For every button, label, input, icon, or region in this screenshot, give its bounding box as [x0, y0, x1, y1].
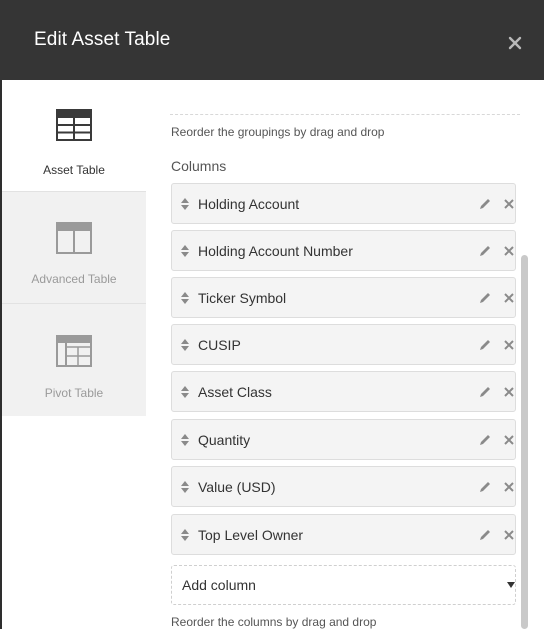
- remove-icon[interactable]: [504, 435, 514, 445]
- column-name: Top Level Owner: [198, 527, 304, 543]
- dialog-header: Edit Asset Table: [0, 0, 544, 80]
- column-row-holding-account-number[interactable]: Holding Account Number: [171, 230, 516, 271]
- add-column-label: Add column: [182, 577, 256, 593]
- drag-handle-icon[interactable]: [181, 481, 189, 493]
- drag-handle-icon[interactable]: [181, 245, 189, 257]
- dialog-right-edge: [530, 80, 532, 629]
- pencil-icon[interactable]: [478, 433, 492, 447]
- advanced-table-icon: [56, 222, 92, 254]
- pencil-icon[interactable]: [478, 197, 492, 211]
- remove-icon[interactable]: [504, 387, 514, 397]
- sidebar-item-label: Pivot Table: [44, 386, 104, 400]
- columns-editor: Reorder the groupings by drag and drop C…: [170, 80, 520, 629]
- pencil-icon[interactable]: [478, 528, 492, 542]
- close-icon[interactable]: [508, 36, 522, 50]
- remove-icon[interactable]: [504, 530, 514, 540]
- column-name: Holding Account: [198, 196, 300, 212]
- remove-icon[interactable]: [504, 199, 514, 209]
- remove-icon[interactable]: [504, 293, 514, 303]
- column-name: Quantity: [198, 432, 251, 448]
- reorder-groupings-hint: Reorder the groupings by drag and drop: [171, 125, 385, 139]
- column-name: CUSIP: [198, 337, 241, 353]
- groupings-dropzone: [170, 102, 520, 115]
- sidebar-item-asset-table[interactable]: Asset Table: [2, 80, 146, 191]
- table-type-sidebar: Asset Table Advanced Table Pivot Table: [2, 80, 146, 416]
- sidebar-item-label: Asset Table: [43, 163, 105, 177]
- scrollbar-thumb[interactable]: [521, 255, 528, 629]
- remove-icon[interactable]: [504, 340, 514, 350]
- sidebar-item-label: Advanced Table: [31, 272, 117, 286]
- asset-table-icon: [56, 109, 92, 141]
- column-name: Holding Account Number: [198, 243, 353, 259]
- column-row-value-usd[interactable]: Value (USD): [171, 466, 516, 507]
- pencil-icon[interactable]: [478, 244, 492, 258]
- column-name: Ticker Symbol: [198, 290, 287, 306]
- column-row-quantity[interactable]: Quantity: [171, 419, 516, 460]
- remove-icon[interactable]: [504, 482, 514, 492]
- drag-handle-icon[interactable]: [181, 386, 189, 398]
- sidebar-item-pivot-table[interactable]: Pivot Table: [2, 304, 146, 415]
- remove-icon[interactable]: [504, 246, 514, 256]
- pivot-table-icon: [56, 335, 92, 367]
- reorder-columns-hint: Reorder the columns by drag and drop: [171, 615, 377, 629]
- column-name: Value (USD): [198, 479, 276, 495]
- sidebar-item-advanced-table[interactable]: Advanced Table: [2, 192, 146, 303]
- columns-heading: Columns: [171, 158, 227, 174]
- drag-handle-icon[interactable]: [181, 434, 189, 446]
- drag-handle-icon[interactable]: [181, 339, 189, 351]
- dialog-title: Edit Asset Table: [34, 29, 171, 50]
- pencil-icon[interactable]: [478, 338, 492, 352]
- column-row-ticker-symbol[interactable]: Ticker Symbol: [171, 277, 516, 318]
- column-name: Asset Class: [198, 384, 272, 400]
- drag-handle-icon[interactable]: [181, 529, 189, 541]
- pencil-icon[interactable]: [478, 480, 492, 494]
- pencil-icon[interactable]: [478, 291, 492, 305]
- column-row-holding-account[interactable]: Holding Account: [171, 183, 516, 224]
- add-column-dropdown[interactable]: Add column: [171, 565, 516, 605]
- drag-handle-icon[interactable]: [181, 198, 189, 210]
- caret-down-icon: [507, 582, 515, 588]
- column-row-cusip[interactable]: CUSIP: [171, 324, 516, 365]
- column-row-top-level-owner[interactable]: Top Level Owner: [171, 514, 516, 555]
- drag-handle-icon[interactable]: [181, 292, 189, 304]
- column-row-asset-class[interactable]: Asset Class: [171, 371, 516, 412]
- pencil-icon[interactable]: [478, 385, 492, 399]
